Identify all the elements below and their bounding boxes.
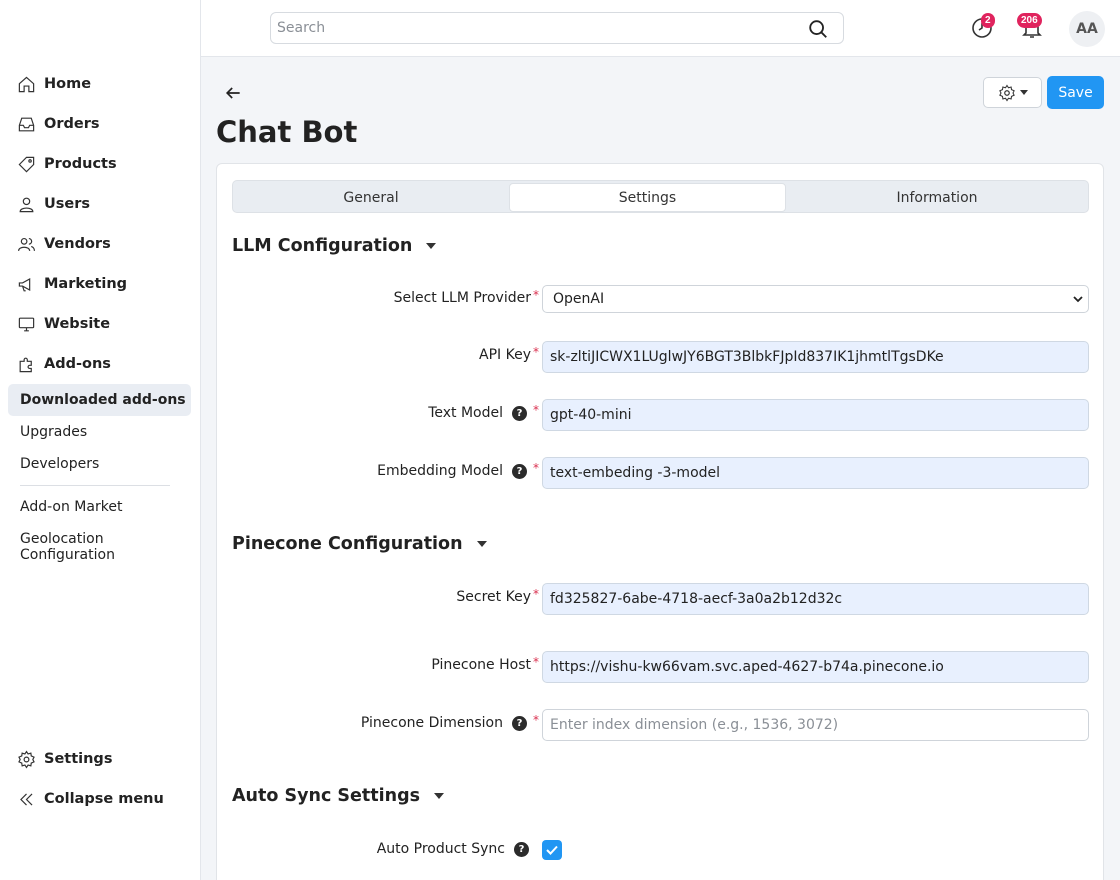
- sidebar-item-users[interactable]: Users: [16, 189, 90, 219]
- settings-card: General Settings Information LLM Configu…: [216, 163, 1104, 880]
- section-title: Auto Sync Settings: [232, 786, 421, 806]
- embedding-model-input[interactable]: text-embeding -3-model: [542, 457, 1089, 489]
- sidebar-item-settings[interactable]: Settings: [16, 744, 112, 774]
- embedding-model-label: Embedding Model? *: [377, 461, 539, 479]
- sidebar-sub-developers[interactable]: Developers: [20, 456, 99, 472]
- home-icon: [16, 74, 36, 94]
- help-icon[interactable]: ?: [512, 715, 527, 731]
- label-text: Auto Product Sync: [376, 841, 505, 857]
- user-icon: [16, 194, 36, 214]
- llm-section-toggle[interactable]: LLM Configuration: [232, 236, 437, 256]
- help-badge: 2: [981, 13, 995, 28]
- avatar[interactable]: AA: [1069, 11, 1105, 47]
- sidebar-item-orders[interactable]: Orders: [16, 109, 99, 139]
- label-text: Pinecone Dimension: [360, 715, 503, 731]
- section-title: Pinecone Configuration: [232, 534, 463, 554]
- sidebar-item-label: Marketing: [44, 276, 128, 292]
- sidebar-item-label: Vendors: [44, 236, 111, 252]
- megaphone-icon: [16, 274, 36, 294]
- search-icon[interactable]: [807, 18, 829, 40]
- sidebar-item-label: Settings: [44, 751, 113, 767]
- api-key-label: API Key *: [479, 345, 539, 363]
- sidebar-item-label: Users: [44, 196, 91, 212]
- users-icon: [16, 234, 36, 254]
- tab-information[interactable]: Information: [786, 183, 1088, 212]
- sidebar-item-home[interactable]: Home: [16, 69, 91, 99]
- caret-down-icon: [426, 243, 437, 249]
- help-icon[interactable]: ?: [512, 463, 527, 479]
- sidebar-sub-geolocation[interactable]: Geolocation Configuration: [20, 531, 200, 563]
- sidebar-sub-upgrades[interactable]: Upgrades: [20, 424, 87, 440]
- page-title: Chat Bot: [216, 115, 358, 149]
- sidebar-item-label: Add-ons: [44, 356, 111, 372]
- save-button[interactable]: Save: [1047, 76, 1104, 109]
- sidebar-item-addons[interactable]: Add-ons: [16, 349, 111, 379]
- text-model-input[interactable]: gpt-40-mini: [542, 399, 1089, 431]
- sidebar: Home Orders Products Users Vendors Marke…: [0, 0, 201, 880]
- help-icon[interactable]: ?: [512, 405, 527, 421]
- label-text: Pinecone Host: [431, 657, 531, 673]
- sidebar-item-label: Orders: [44, 116, 100, 132]
- tab-general[interactable]: General: [233, 183, 509, 212]
- auto-product-sync-checkbox[interactable]: [542, 840, 562, 860]
- sidebar-sub-addon-market[interactable]: Add-on Market: [20, 499, 122, 515]
- topbar: 2 206 AA: [201, 0, 1120, 57]
- tag-icon: [16, 154, 36, 174]
- back-arrow-icon[interactable]: [223, 83, 243, 103]
- pinecone-host-label: Pinecone Host *: [431, 655, 539, 673]
- puzzle-icon: [16, 354, 36, 374]
- sidebar-item-label: Home: [44, 76, 92, 92]
- double-chevron-left-icon: [16, 789, 36, 809]
- api-key-input[interactable]: sk-zltiJICWX1LUglwJY6BGT3BlbkFJpId837IK1…: [542, 341, 1089, 373]
- sidebar-item-label: Website: [44, 316, 111, 332]
- label-text: API Key: [479, 347, 531, 363]
- sidebar-item-vendors[interactable]: Vendors: [16, 229, 111, 259]
- sidebar-item-products[interactable]: Products: [16, 149, 117, 179]
- pinecone-host-input[interactable]: https://vishu-kw66vam.svc.aped-4627-b74a…: [542, 651, 1089, 683]
- tab-settings[interactable]: Settings: [509, 183, 786, 212]
- text-model-label: Text Model? *: [428, 403, 539, 421]
- pinecone-dimension-label: Pinecone Dimension? *: [360, 713, 539, 731]
- caret-down-icon: [1019, 90, 1028, 95]
- caret-down-icon: [434, 793, 445, 799]
- section-title: LLM Configuration: [232, 236, 413, 256]
- gear-icon: [998, 84, 1015, 101]
- chevron-down-icon: [1073, 296, 1083, 303]
- select-value: OpenAI: [553, 291, 605, 307]
- label-text: Embedding Model: [377, 463, 503, 479]
- auto-product-sync-label: Auto Product Sync?: [377, 841, 533, 857]
- search-box: [270, 12, 844, 44]
- settings-dropdown-button[interactable]: [983, 77, 1042, 108]
- autosync-section-toggle[interactable]: Auto Sync Settings: [232, 786, 445, 806]
- main-content: Save Chat Bot General Settings Informati…: [201, 57, 1120, 880]
- notifications-badge: 206: [1017, 13, 1042, 28]
- secret-key-input[interactable]: fd325827-6abe-4718-aecf-3a0a2b12d32c: [542, 583, 1089, 615]
- sidebar-item-label: Collapse menu: [44, 791, 164, 807]
- sidebar-item-marketing[interactable]: Marketing: [16, 269, 127, 299]
- label-text: Select LLM Provider: [393, 290, 531, 306]
- pinecone-section-toggle[interactable]: Pinecone Configuration: [232, 534, 487, 554]
- sidebar-item-label: Products: [44, 156, 117, 172]
- checkmark-icon: [546, 845, 558, 855]
- label-text: Text Model: [428, 405, 503, 421]
- llm-provider-select[interactable]: OpenAI: [542, 285, 1089, 313]
- provider-label: Select LLM Provider *: [393, 288, 539, 306]
- sidebar-item-website[interactable]: Website: [16, 309, 110, 339]
- tab-bar: General Settings Information: [232, 180, 1089, 213]
- sidebar-divider: [20, 485, 170, 486]
- help-icon[interactable]: ?: [514, 841, 529, 857]
- gear-icon: [16, 749, 36, 769]
- label-text: Secret Key: [456, 589, 531, 605]
- caret-down-icon: [476, 541, 487, 547]
- pinecone-dimension-input[interactable]: Enter index dimension (e.g., 1536, 3072): [542, 709, 1089, 741]
- sidebar-collapse-menu[interactable]: Collapse menu: [16, 784, 164, 814]
- search-input[interactable]: [271, 13, 791, 43]
- monitor-icon: [16, 314, 36, 334]
- secret-key-label: Secret Key *: [456, 587, 539, 605]
- sidebar-sub-downloaded-addons[interactable]: Downloaded add-ons: [20, 392, 186, 408]
- inbox-icon: [16, 114, 36, 134]
